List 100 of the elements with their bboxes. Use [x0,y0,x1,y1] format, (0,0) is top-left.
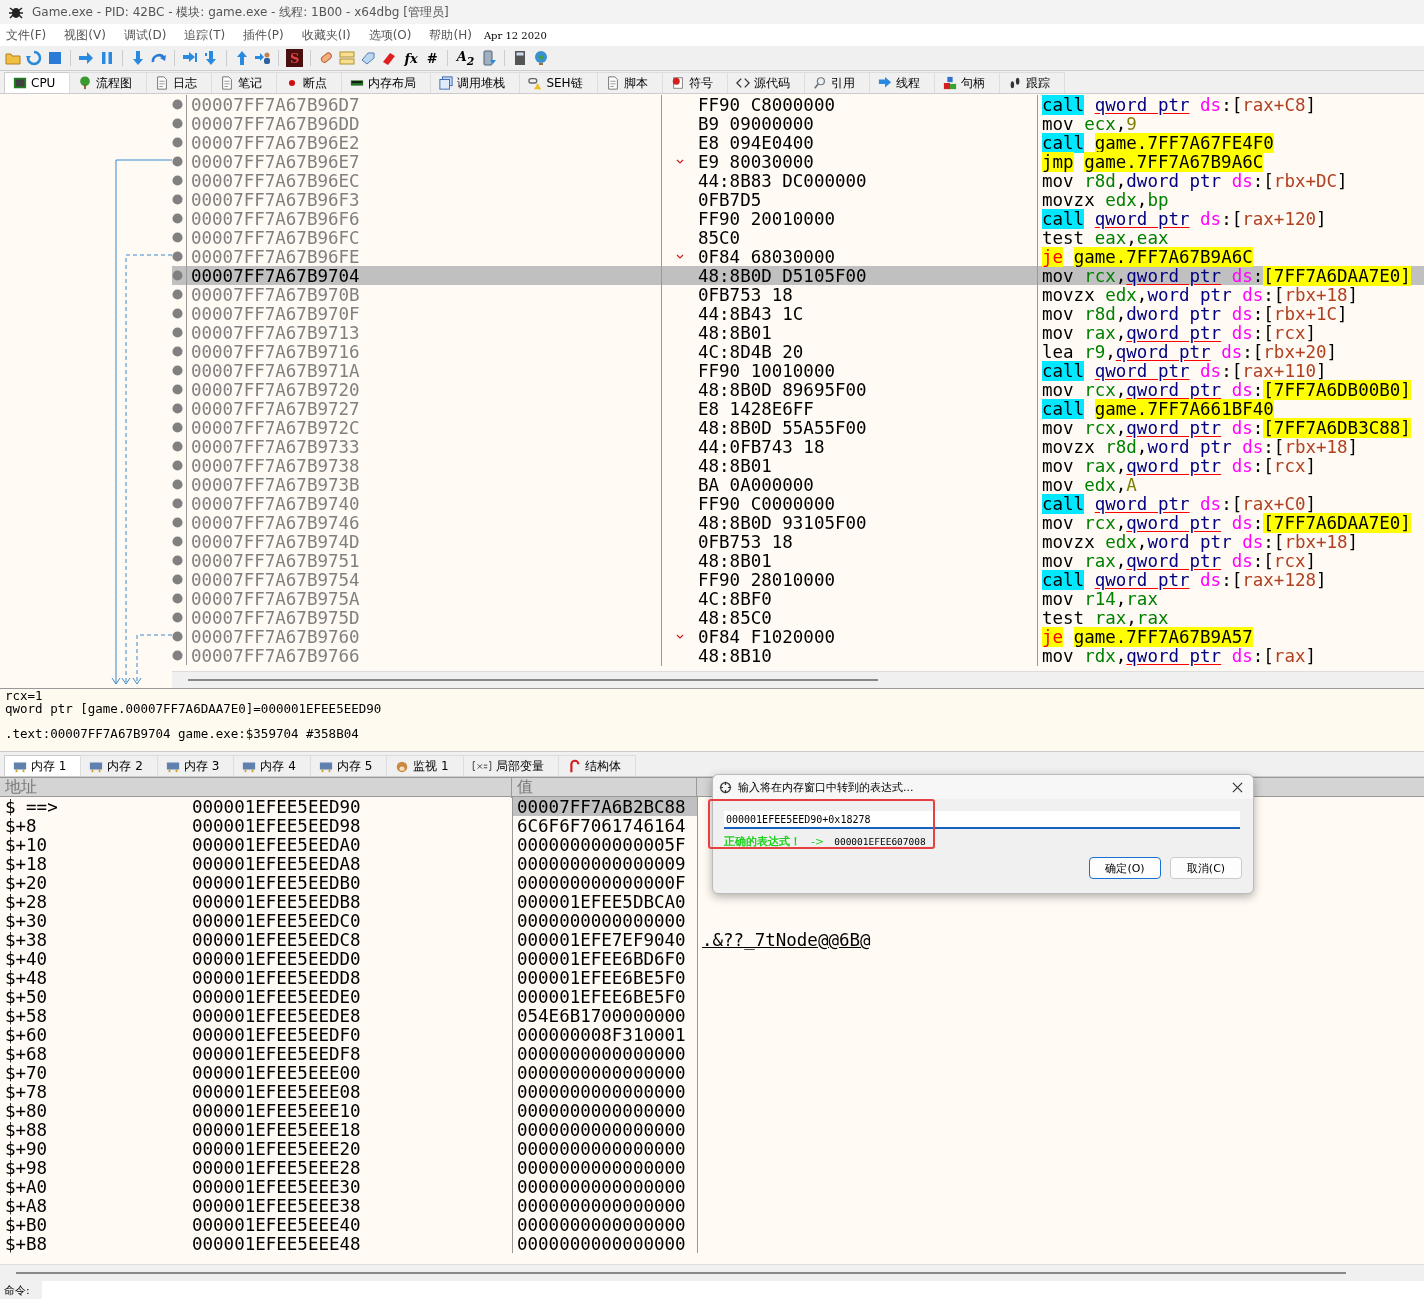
disassembly-row[interactable]: 00007FF7A67B96F3 0FB7D5 movzx edx,bp [172,190,1424,209]
tab[interactable]: SEH链 [519,72,598,93]
comment-icon[interactable] [339,50,356,66]
disassembly-row[interactable]: 00007FF7A67B9727 E8 1428E6FF call game.7FF7A661BF40 [172,399,1424,418]
breakpoint-dot[interactable] [172,99,183,110]
disassembly-row[interactable]: 00007FF7A67B9738 48:8B01 mov rax,qword ptr ds:[rcx] [172,456,1424,475]
disassembly-row[interactable]: 00007FF7A67B9751 48:8B01 mov rax,qword ptr ds:[rcx] [172,551,1424,570]
tab[interactable]: 调用堆栈 [430,72,521,93]
menu-item[interactable]: 收藏夹(I) [301,26,351,44]
breakpoint-dot[interactable] [172,517,183,528]
breakpoint-dot[interactable] [172,194,183,205]
menu-item[interactable]: 帮助(H) [429,26,472,44]
tab[interactable]: 监视 1 [386,755,464,776]
disassembly-row[interactable]: 00007FF7A67B9720 48:8B0D 89695F00 mov rcx,qword ptr ds:[7FF7A6DB00B0] [172,380,1424,399]
disassembly-row[interactable]: 00007FF7A67B96F6 FF90 20010000 call qword ptr ds:[rax+120] [172,209,1424,228]
disassembly-row[interactable]: 00007FF7A67B9760 0F84 F1020000 je game.7FF7A67B9A57 [172,627,1424,646]
breakpoint-dot[interactable] [172,289,183,300]
disassembly-row[interactable]: 00007FF7A67B970B 0FB753 18 movzx edx,word ptr ds:[rbx+18] [172,285,1424,304]
breakpoint-dot[interactable] [172,270,183,281]
breakpoint-dot[interactable] [172,137,183,148]
disassembly-row[interactable]: 00007FF7A67B971A FF90 10010000 call qword ptr ds:[rax+110] [172,361,1424,380]
tab[interactable]: 笔记 [211,72,278,93]
breakpoint-dot[interactable] [172,346,183,357]
disassembly-row[interactable]: 00007FF7A67B9766 48:8B10 mov rdx,qword ptr ds:[rax] [172,646,1424,665]
breakpoint-dot[interactable] [172,308,183,319]
tab[interactable]: 内存 2 [80,755,158,776]
breakpoint-dot[interactable] [172,384,183,395]
disassembly-row[interactable]: 00007FF7A67B9713 48:8B01 mov rax,qword ptr ds:[rcx] [172,323,1424,342]
breakpoint-dot[interactable] [172,593,183,604]
disassembly-row[interactable]: 00007FF7A67B972C 48:8B0D 55A55F00 mov rcx,qword ptr ds:[7FF7A6DB3C88] [172,418,1424,437]
menu-item[interactable]: 追踪(T) [184,26,226,44]
disassembly-row[interactable]: 00007FF7A67B974D 0FB753 18 movzx edx,word ptr ds:[rbx+18] [172,532,1424,551]
run-arrow-icon[interactable] [78,50,94,66]
breakpoint-dot[interactable] [172,555,183,566]
breakpoint-dot[interactable] [172,175,183,186]
breakpoint-dot[interactable] [172,422,183,433]
toolbar-button[interactable]: # [424,49,440,67]
disassembly-row[interactable]: 00007FF7A67B9746 48:8B0D 93105F00 mov rcx,qword ptr ds:[7FF7A6DAA7E0] [172,513,1424,532]
tab[interactable]: 句柄 [933,72,1000,93]
disassembly-row[interactable]: 00007FF7A67B96DD B9 09000000 mov ecx,9 [172,114,1424,133]
menu-item[interactable]: 调试(D) [123,26,167,44]
tab[interactable]: 脚本 [596,72,663,93]
disassembly-row[interactable]: 00007FF7A67B9754 FF90 28010000 call qword ptr ds:[rax+128] [172,570,1424,589]
breakpoint-dot[interactable] [172,631,183,642]
disassembly-row[interactable]: 00007FF7A67B970F 44:8B43 1C mov r8d,dword ptr ds:[rbx+1C] [172,304,1424,323]
restart-icon[interactable] [26,50,42,66]
disassembly-row[interactable]: 00007FF7A67B96D7 FF90 C8000000 call qword ptr ds:[rax+C8] [172,95,1424,114]
horizontal-scrollbar[interactable] [0,1264,1424,1281]
arrow-person-icon[interactable] [255,50,271,66]
breakpoint-dot[interactable] [172,498,183,509]
disassembly-row[interactable]: 00007FF7A67B96E7 E9 80030000 jmp game.7FF7A67B9A6C [172,152,1424,171]
menu-item[interactable]: 文件(F) [6,26,47,44]
breakpoint-dot[interactable] [172,156,183,167]
menu-item[interactable]: 选项(O) [368,26,412,44]
disassembly-row[interactable]: 00007FF7A67B96E2 E8 094E0400 call game.7FF7A67FE4F0 [172,133,1424,152]
breakpoint-dot[interactable] [172,403,183,414]
menu-item[interactable]: 视图(V) [64,26,106,44]
disassembly-row[interactable]: 00007FF7A67B96FC 85C0 test eax,eax [172,228,1424,247]
breakpoint-dot[interactable] [172,327,183,338]
disassembly-row[interactable]: 00007FF7A67B975A 4C:8BF0 mov r14,rax [172,589,1424,608]
breakpoint-dot[interactable] [172,251,183,262]
dialog-button[interactable]: 取消(C) [1170,857,1242,879]
tag-icon[interactable] [360,50,377,66]
dialog-button[interactable]: 确定(O) [1089,857,1161,879]
menu-item[interactable]: 插件(P) [243,26,284,44]
arrow-down-icon[interactable] [203,50,219,66]
disassembly-row[interactable]: 00007FF7A67B9733 44:0FB743 18 movzx r8d,word ptr ds:[rbx+18] [172,437,1424,456]
breakpoint-dot[interactable] [172,441,183,452]
tab[interactable]: 结构体 [557,755,636,776]
arrow-up-icon[interactable] [234,50,250,66]
disassembly-row[interactable]: 00007FF7A67B96EC 44:8B83 DC000000 mov r8d,dword ptr ds:[rbx+DC] [172,171,1424,190]
phone-icon[interactable] [481,50,498,66]
tab[interactable]: 内存 4 [233,755,311,776]
breakpoint-dot[interactable] [172,460,183,471]
breakpoint-dot[interactable] [172,232,183,243]
toolbar-button[interactable]: fx [402,49,420,67]
breakpoint-dot[interactable] [172,365,183,376]
tab[interactable]: 内存 3 [156,755,235,776]
horizontal-scrollbar[interactable] [172,671,1424,688]
disassembly-row[interactable]: 00007FF7A67B975D 48:85C0 test rax,rax [172,608,1424,627]
step-into-icon[interactable] [130,50,146,66]
breakpoint-dot[interactable] [172,213,183,224]
open-folder-icon[interactable] [5,50,21,66]
tab[interactable]: 跟踪 [998,72,1065,93]
globe-icon[interactable] [533,50,550,66]
tab[interactable]: 内存 5 [309,755,388,776]
tab[interactable]: CPU [4,72,71,93]
expression-field[interactable]: 000001EFEE5EED90+0x18278 [724,811,1240,829]
stop-icon[interactable] [47,50,63,66]
toolbar-button[interactable]: A$_{2}$ [454,49,477,67]
disassembly-row[interactable]: 00007FF7A67B9716 4C:8D4B 20 lea r9,qword ptr ds:[rbx+20] [172,342,1424,361]
pause-icon[interactable] [99,50,115,66]
breakpoint-dot[interactable] [172,612,183,623]
breakpoint-dot[interactable] [172,479,183,490]
tab[interactable]: 流程图 [69,72,148,93]
tab[interactable]: 内存 1 [4,755,82,776]
breakpoint-dot[interactable] [172,118,183,129]
toolbar-button[interactable]: S [286,49,304,67]
breakpoint-dot[interactable] [172,574,183,585]
disassembly-row[interactable]: 00007FF7A67B973B BA 0A000000 mov edx,A [172,475,1424,494]
